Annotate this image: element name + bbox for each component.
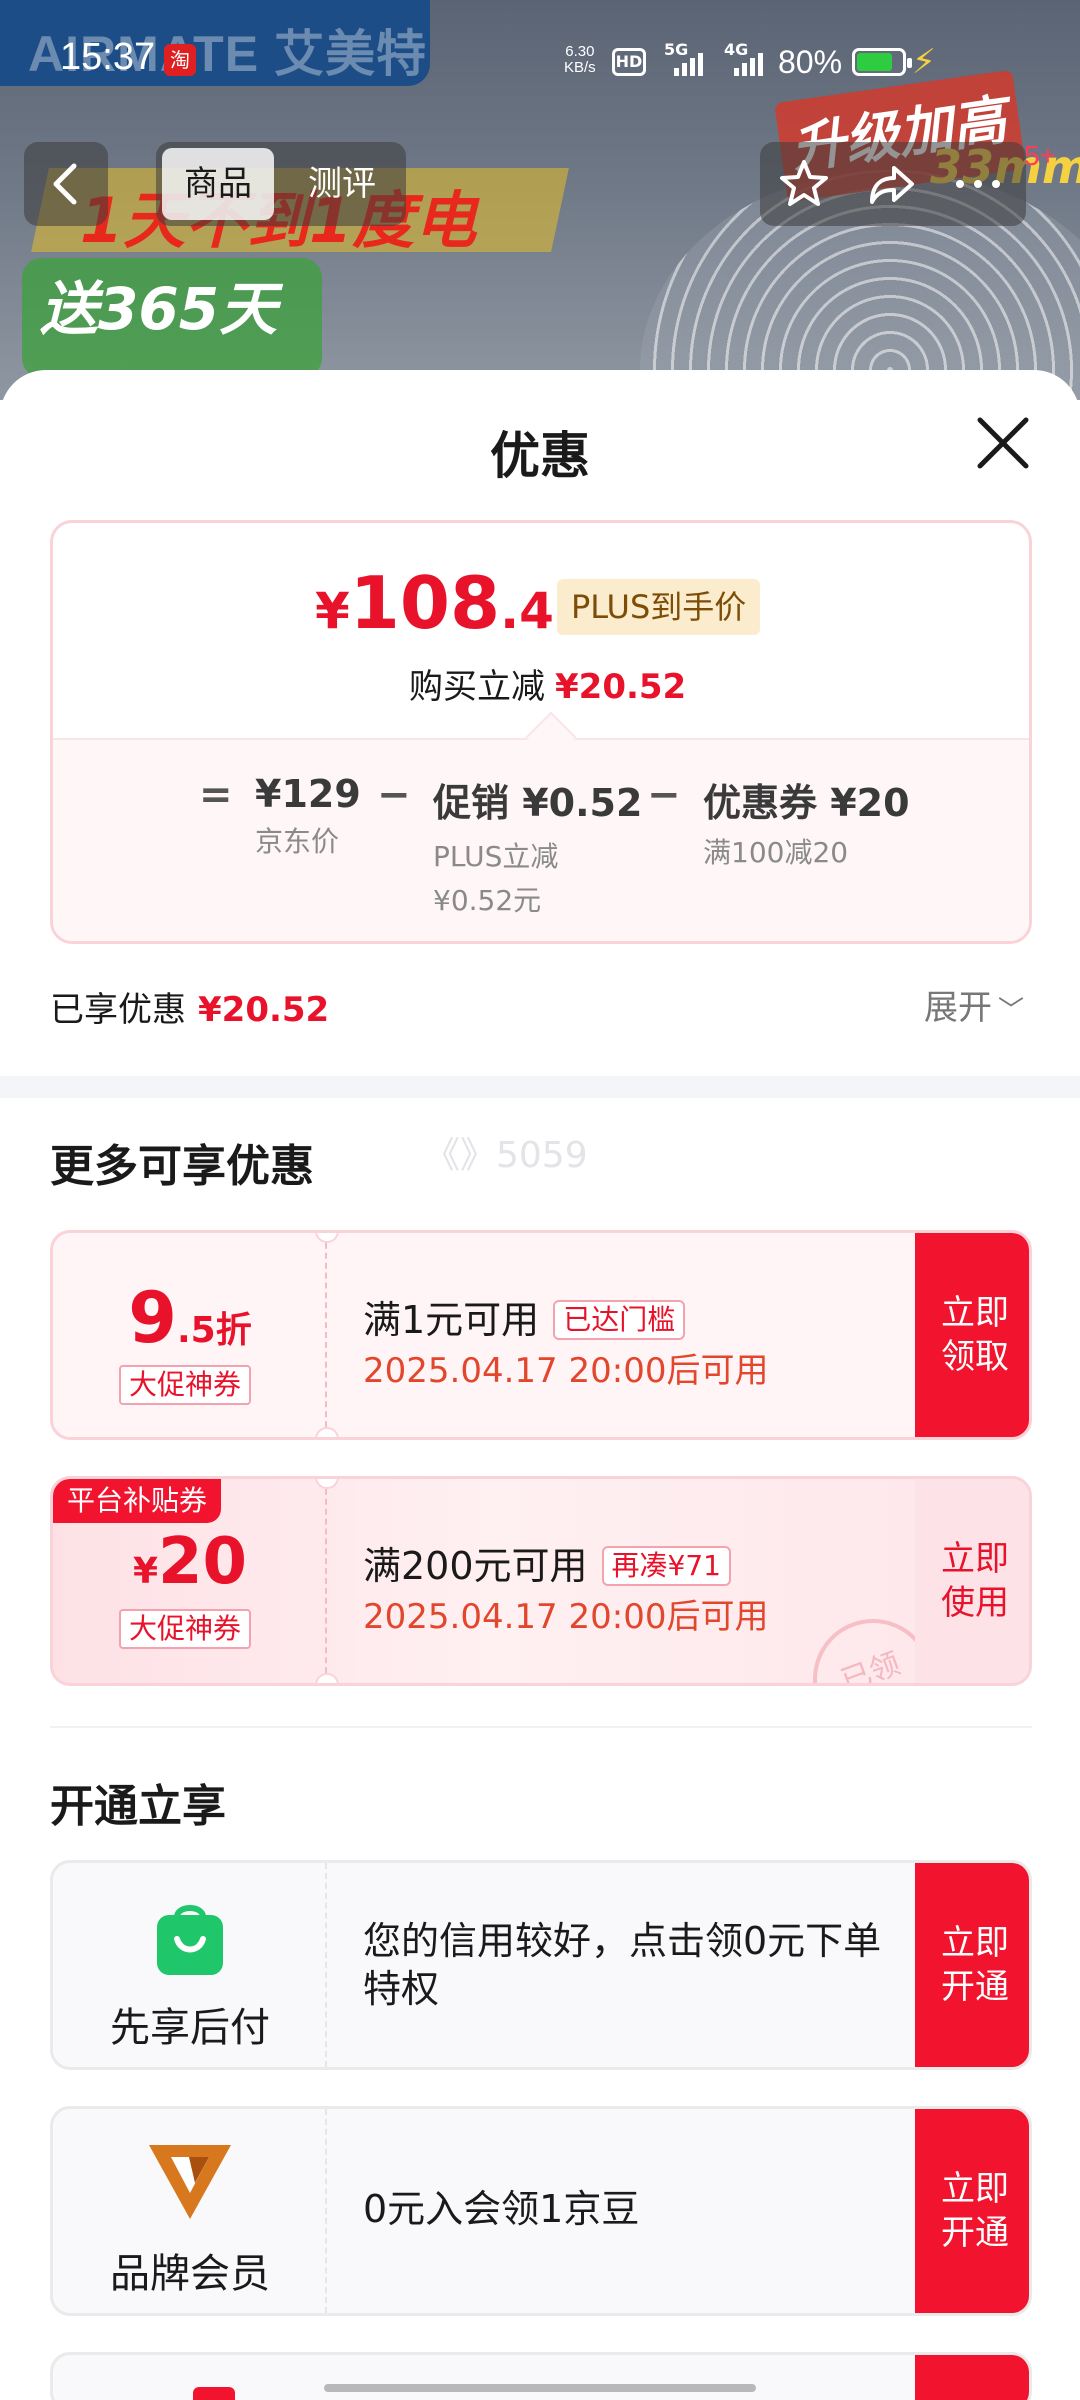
- more-discounts-title: 更多可享优惠: [50, 1141, 314, 1192]
- battery-percent: 80%: [778, 44, 843, 80]
- tab-product[interactable]: 商品: [162, 148, 274, 220]
- coupon-type-label: 大促神券: [119, 1609, 252, 1649]
- section-divider: [0, 1076, 1080, 1098]
- pay-later-card: 先享后付 您的信用较好，点击领0元下单特权 立即 开通: [50, 1860, 1032, 2070]
- charging-bolt-icon: ⚡: [912, 42, 936, 82]
- promo-item: 促销 ¥0.52 PLUS立减 ¥0.52元: [433, 781, 643, 917]
- plus-price-tag: PLUS到手价: [557, 579, 761, 635]
- home-indicator[interactable]: [324, 2384, 756, 2392]
- next-card-icon: [193, 2387, 235, 2400]
- nav-actions: [760, 142, 1026, 226]
- coupon-value: 9.5折: [128, 1277, 252, 1359]
- watermark: 《》5059: [424, 1135, 588, 1176]
- price-summary: ¥108.48 PLUS到手价 购买立减 ¥20.52: [53, 523, 1029, 738]
- expand-button[interactable]: 展开 ﹀: [924, 980, 1024, 1029]
- service-icon-area: 品牌会员: [53, 2109, 327, 2313]
- battery-icon: [852, 48, 912, 76]
- network-speed: 6.30 KB/s: [564, 43, 596, 76]
- equals-sign: =: [199, 772, 233, 818]
- platform-subsidy-ribbon: 平台补贴券: [53, 1479, 222, 1523]
- open-enjoy-title: 开通立享: [50, 1781, 226, 1832]
- coupon-type-label: 大促神券: [119, 1365, 252, 1405]
- enjoyed-discount: 已享优惠 ¥20.52: [50, 990, 330, 1030]
- coupon-card-discount: 9.5折 大促神券 满1元可用 已达门槛 2025.04.17 20:00后可用 …: [50, 1230, 1032, 1440]
- battery-fill: [857, 53, 892, 71]
- price-breakdown-card: ¥108.48 PLUS到手价 购买立减 ¥20.52 = ¥129 京东价 − …: [50, 520, 1032, 944]
- more-dots-icon: [956, 180, 1000, 188]
- instant-reduce: 购买立减 ¥20.52: [409, 667, 687, 707]
- coupon-valid-time: 2025.04.17 20:00后可用: [363, 1351, 769, 1391]
- activate-pay-later-button[interactable]: 立即 开通: [915, 1863, 1029, 2067]
- chevron-left-icon: [53, 163, 77, 205]
- use-coupon-button[interactable]: 立即 使用: [915, 1479, 1029, 1683]
- next-card-button[interactable]: [915, 2355, 1029, 2400]
- coupon-item: 优惠券 ¥20 满100减20: [703, 781, 910, 869]
- brand-member-card: 品牌会员 0元入会领1京豆 立即 开通: [50, 2106, 1032, 2316]
- hd-voice-icon: HD: [612, 48, 646, 76]
- more-button[interactable]: [938, 142, 1018, 226]
- promo-line-2: 送365天: [40, 275, 278, 343]
- discount-sheet: 优惠 ¥108.48 PLUS到手价 购买立减 ¥20.52 = ¥129 京东价…: [0, 370, 1080, 2400]
- share-button[interactable]: [852, 142, 932, 226]
- taobao-notification-icon: 淘: [164, 44, 196, 76]
- minus-sign: −: [377, 772, 411, 818]
- base-price-item: ¥129 京东价: [255, 772, 361, 858]
- favorite-button[interactable]: [764, 142, 844, 226]
- service-icon-area: 先享后付: [53, 1863, 327, 2067]
- service-description: 您的信用较好，点击领0元下单特权: [363, 1919, 882, 2011]
- back-button[interactable]: [24, 142, 108, 226]
- next-service-card-partial: [50, 2352, 1032, 2400]
- shopping-bag-icon: [157, 1905, 223, 1975]
- sheet-title: 优惠: [490, 427, 590, 485]
- brand-v-logo-icon: [149, 2145, 231, 2219]
- service-name: 先享后付: [110, 2005, 270, 2051]
- close-button[interactable]: [972, 412, 1034, 474]
- service-description: 0元入会领1京豆: [363, 2187, 640, 2231]
- claim-coupon-button[interactable]: 立即 领取: [915, 1233, 1029, 1437]
- minus-sign: −: [647, 772, 681, 818]
- tab-review[interactable]: 测评: [292, 148, 392, 220]
- star-icon: [780, 160, 828, 206]
- share-icon: [870, 166, 914, 204]
- clock: 15:37: [60, 36, 156, 78]
- final-price: ¥108.48: [315, 561, 589, 645]
- coupon-valid-time: 2025.04.17 20:00后可用: [363, 1597, 769, 1637]
- close-icon: [977, 417, 1029, 469]
- coupon-condition: 满1元可用 已达门槛: [363, 1289, 686, 1344]
- chevron-down-icon: ﹀: [998, 996, 1025, 1026]
- coupon-value-area: 9.5折 大促神券: [53, 1233, 327, 1437]
- price-calculation: = ¥129 京东价 − 促销 ¥0.52 PLUS立减 ¥0.52元 − 优惠…: [53, 738, 1029, 941]
- coupon-threshold-tag: 已达门槛: [553, 1300, 686, 1340]
- status-bar: 15:37 淘 6.30 KB/s HD 5G 4G 80% ⚡: [0, 0, 1080, 110]
- section-separator: [50, 1726, 1032, 1728]
- coupon-card-platform: ¥20 大促神券 平台补贴券 满200元可用 再凑¥71 2025.04.17 2…: [50, 1476, 1032, 1686]
- coupon-value: ¥20: [132, 1525, 248, 1599]
- signal-5g-icon: 5G: [664, 40, 724, 80]
- nav-tabs: 商品 测评: [156, 142, 406, 226]
- service-name: 品牌会员: [110, 2251, 270, 2297]
- coupon-gap-tag: 再凑¥71: [601, 1546, 731, 1586]
- signal-4g-icon: 4G: [724, 40, 784, 80]
- coupon-condition: 满200元可用 再凑¥71: [363, 1535, 731, 1590]
- join-membership-button[interactable]: 立即 开通: [915, 2109, 1029, 2313]
- message-badge: 5+: [1024, 140, 1056, 171]
